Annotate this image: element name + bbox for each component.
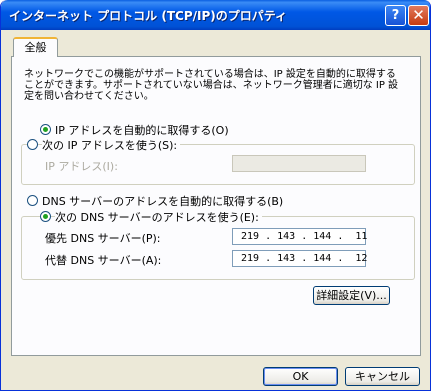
dns-auto-radio[interactable]: [27, 195, 38, 206]
question-mark-icon: ?: [391, 8, 400, 23]
description-text: ネットワークでこの機能がサポートされている場合は、IP 設定を自動的に取得する …: [24, 69, 399, 102]
preferred-dns-field[interactable]: 219 . 143 . 144 . 11: [232, 228, 367, 245]
properties-dialog: インターネット プロトコル (TCP/IP)のプロパティ ? ✕ 全般 ネットワ…: [0, 0, 431, 391]
dns-manual-label[interactable]: 次の DNS サーバーのアドレスを使う(E):: [55, 209, 262, 225]
cancel-button[interactable]: キャンセル: [345, 367, 420, 386]
description-line: 定を問い合わせてください。: [24, 91, 154, 102]
title-bar[interactable]: インターネット プロトコル (TCP/IP)のプロパティ ? ✕: [1, 0, 430, 30]
ip-manual-radio[interactable]: [27, 139, 38, 150]
tab-general[interactable]: 全般: [13, 37, 58, 57]
window-title: インターネット プロトコル (TCP/IP)のプロパティ: [9, 9, 288, 23]
ip-auto-label[interactable]: IP アドレスを自動的に取得する(O): [55, 122, 229, 138]
close-icon: ✕: [412, 6, 425, 24]
alternate-dns-field[interactable]: 219 . 143 . 144 . 12: [232, 250, 367, 267]
advanced-button[interactable]: 詳細設定(V)...: [313, 286, 390, 305]
ip-auto-radio[interactable]: [40, 124, 51, 135]
dns-manual-radio[interactable]: [40, 211, 51, 222]
description-line: ネットワークでこの機能がサポートされている場合は、IP 設定を自動的に取得する: [24, 69, 396, 80]
ok-button[interactable]: OK: [263, 367, 338, 386]
ip-address-field: [232, 155, 366, 172]
dns-server-group: [21, 216, 415, 280]
preferred-dns-label: 優先 DNS サーバー(P):: [45, 232, 161, 245]
ip-manual-label[interactable]: 次の IP アドレスを使う(S):: [42, 137, 181, 153]
help-button[interactable]: ?: [385, 5, 406, 26]
alternate-dns-label: 代替 DNS サーバー(A):: [45, 254, 162, 267]
close-button[interactable]: ✕: [408, 5, 429, 26]
description-line: ことができます。サポートされていない場合は、ネットワーク管理者に適切な IP 設: [24, 80, 399, 91]
dns-auto-label[interactable]: DNS サーバーのアドレスを自動的に取得する(B): [42, 193, 283, 209]
ip-address-label: IP アドレス(I):: [45, 160, 118, 173]
